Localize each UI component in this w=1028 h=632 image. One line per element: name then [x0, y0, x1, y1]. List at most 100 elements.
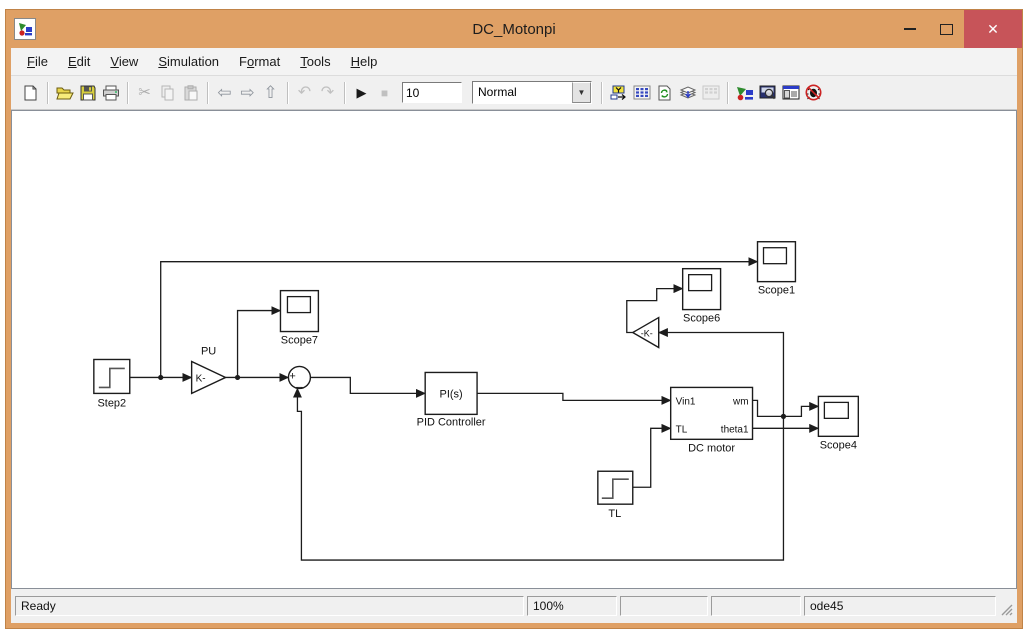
- go-forward-button[interactable]: ⇨: [236, 81, 259, 105]
- pid-value: PI(s): [440, 388, 463, 400]
- copy-icon: [160, 85, 175, 101]
- block-dc-motor[interactable]: Vin1 wm TL theta1 DC motor: [671, 387, 753, 454]
- close-icon: ✕: [987, 21, 999, 38]
- block-step2[interactable]: Step2: [94, 359, 130, 409]
- paste-button[interactable]: [179, 81, 202, 105]
- zoom-level: 100%: [527, 596, 617, 616]
- find-in-model-button[interactable]: [756, 81, 779, 105]
- menu-simulation[interactable]: Simulation: [148, 50, 229, 73]
- branch-dot: [781, 414, 786, 419]
- save-model-button[interactable]: [76, 81, 99, 105]
- wire-branch-to-scope1[interactable]: [161, 262, 758, 378]
- go-back-button[interactable]: ⇦: [213, 81, 236, 105]
- status-field-3: [711, 596, 801, 616]
- wire-sum-to-pid[interactable]: [310, 377, 425, 393]
- block-label: TL: [608, 508, 621, 520]
- build-model-icon: [610, 85, 628, 101]
- build-model-button[interactable]: [607, 81, 630, 105]
- undo-icon: ↶: [298, 85, 311, 101]
- port-label-wm: wm: [732, 396, 749, 407]
- titlebar: DC_Motonpi ✕: [6, 10, 1022, 48]
- block-label: PU: [201, 345, 216, 357]
- block-scope4[interactable]: Scope4: [818, 396, 858, 451]
- block-scope6[interactable]: Scope6: [683, 269, 721, 325]
- start-simulation-button[interactable]: ▶: [350, 81, 373, 105]
- block-gain-feedback[interactable]: -K-: [633, 318, 659, 348]
- toolbar: ✂ ⇦ ⇨ ⇧: [11, 76, 1017, 110]
- toolbar-separator: [344, 82, 345, 104]
- model-explorer-button[interactable]: [676, 81, 699, 105]
- debugger-icon: [805, 84, 822, 101]
- resize-grip[interactable]: [999, 596, 1013, 616]
- save-icon: [80, 85, 96, 101]
- port-label-tl: TL: [676, 424, 688, 435]
- caption-buttons: ✕: [892, 10, 1022, 48]
- wire-wm-to-scope4[interactable]: [753, 400, 819, 416]
- model-browser-button[interactable]: [779, 81, 802, 105]
- chevron-down-icon[interactable]: ▼: [572, 82, 591, 103]
- go-up-icon: ⇧: [263, 84, 277, 101]
- block-label: DC motor: [688, 442, 735, 454]
- stop-simulation-button[interactable]: ■: [373, 81, 396, 105]
- block-label: Scope4: [820, 439, 857, 451]
- block-label: Scope7: [281, 335, 318, 347]
- new-icon: [23, 85, 38, 101]
- go-up-button[interactable]: ⇧: [259, 81, 282, 105]
- model-browser-icon: [782, 85, 800, 100]
- simulink-library-button[interactable]: [733, 81, 756, 105]
- wire-branch-to-scope7[interactable]: [238, 311, 281, 378]
- gain-value: -K-: [641, 329, 653, 339]
- cut-button[interactable]: ✂: [133, 81, 156, 105]
- menu-tools[interactable]: Tools: [290, 50, 340, 73]
- menu-help[interactable]: Help: [341, 50, 388, 73]
- stop-simulation-icon: ■: [381, 87, 388, 99]
- model-explorer-icon: [679, 85, 697, 101]
- wire-pid-to-dcmotor[interactable]: [477, 393, 671, 400]
- port-label-vin1: Vin1: [676, 396, 696, 407]
- simulation-mode-value: Normal: [473, 82, 572, 103]
- window-chrome: File Edit View Simulation Format Tools H…: [11, 48, 1017, 623]
- cut-icon: ✂: [138, 85, 151, 100]
- minimize-button[interactable]: [892, 10, 928, 48]
- simulation-time-input[interactable]: [402, 82, 462, 103]
- open-model-button[interactable]: [53, 81, 76, 105]
- block-tl[interactable]: TL: [598, 471, 633, 520]
- block-label: PID Controller: [417, 416, 486, 428]
- refresh-model-button[interactable]: [653, 81, 676, 105]
- print-icon: [102, 85, 120, 101]
- open-icon: [56, 85, 74, 100]
- redo-icon: ↷: [321, 85, 334, 101]
- menu-view[interactable]: View: [100, 50, 148, 73]
- model-browser-toggle-button[interactable]: [699, 81, 722, 105]
- debugger-button[interactable]: [802, 81, 825, 105]
- menu-format[interactable]: Format: [229, 50, 290, 73]
- gain-value: K-: [196, 373, 206, 384]
- close-button[interactable]: ✕: [964, 10, 1022, 48]
- wire-tl-to-dcmotor[interactable]: [633, 428, 671, 487]
- menu-file[interactable]: File: [17, 50, 58, 73]
- new-model-button[interactable]: [19, 81, 42, 105]
- block-gain-pu[interactable]: K- PU: [192, 345, 226, 393]
- block-scope1[interactable]: Scope1: [758, 242, 796, 297]
- block-scope7[interactable]: Scope7: [280, 291, 318, 347]
- simulation-mode-select[interactable]: Normal ▼: [472, 81, 592, 104]
- menu-edit[interactable]: Edit: [58, 50, 100, 73]
- screenshot-page: DC_Motonpi ✕ File Edit View Simulation F…: [0, 0, 1028, 632]
- print-button[interactable]: [99, 81, 122, 105]
- sum-plus-sign: +: [289, 370, 295, 382]
- model-canvas[interactable]: Step2 K- PU Scope7: [11, 110, 1017, 589]
- model-browser-disabled-icon: [702, 85, 720, 100]
- toolbar-separator: [601, 82, 602, 104]
- block-sum[interactable]: + _: [288, 366, 310, 388]
- library-browser-button[interactable]: [630, 81, 653, 105]
- undo-button[interactable]: ↶: [293, 81, 316, 105]
- solver-name: ode45: [804, 596, 996, 616]
- copy-button[interactable]: [156, 81, 179, 105]
- sum-minus-sign: _: [295, 376, 303, 388]
- menubar: File Edit View Simulation Format Tools H…: [11, 48, 1017, 76]
- maximize-button[interactable]: [928, 10, 964, 48]
- block-pid-controller[interactable]: PI(s) PID Controller: [417, 372, 486, 428]
- branch-dot: [235, 375, 240, 380]
- redo-button[interactable]: ↷: [316, 81, 339, 105]
- paste-icon: [183, 85, 198, 101]
